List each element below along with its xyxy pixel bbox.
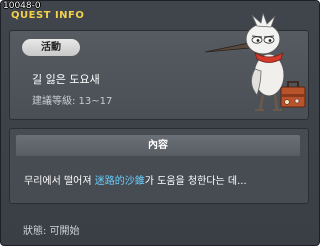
window-title: QUEST INFO: [11, 10, 85, 21]
summary-text-end: 가 도움을 청한다는 데...: [144, 176, 247, 187]
npc-name-highlight: 迷路的沙錐: [94, 176, 145, 187]
summary-text-start: 무리에서 떨어져: [24, 176, 95, 187]
sandpiper-npc-icon: [204, 13, 306, 111]
category-tab[interactable]: 活動: [22, 39, 80, 56]
quest-info-window: 10048-0 QUEST INFO 活動 길 잃은 도요새 建議等級: 13~…: [0, 0, 320, 246]
content-panel: 內容 무리에서 떨어져 迷路的沙錐가 도움을 청한다는 데...: [9, 128, 309, 204]
quest-level: 建議等級: 13~17: [32, 96, 113, 107]
quest-name: 길 잃은 도요새: [32, 73, 100, 86]
quest-summary: 무리에서 떨어져 迷路的沙錐가 도움을 청한다는 데...: [24, 172, 304, 187]
suitcase-icon: [280, 81, 306, 108]
content-header: 內容: [16, 135, 300, 156]
quest-id: 10048-0: [3, 1, 41, 11]
quest-status: 狀態: 可開始: [23, 226, 80, 237]
